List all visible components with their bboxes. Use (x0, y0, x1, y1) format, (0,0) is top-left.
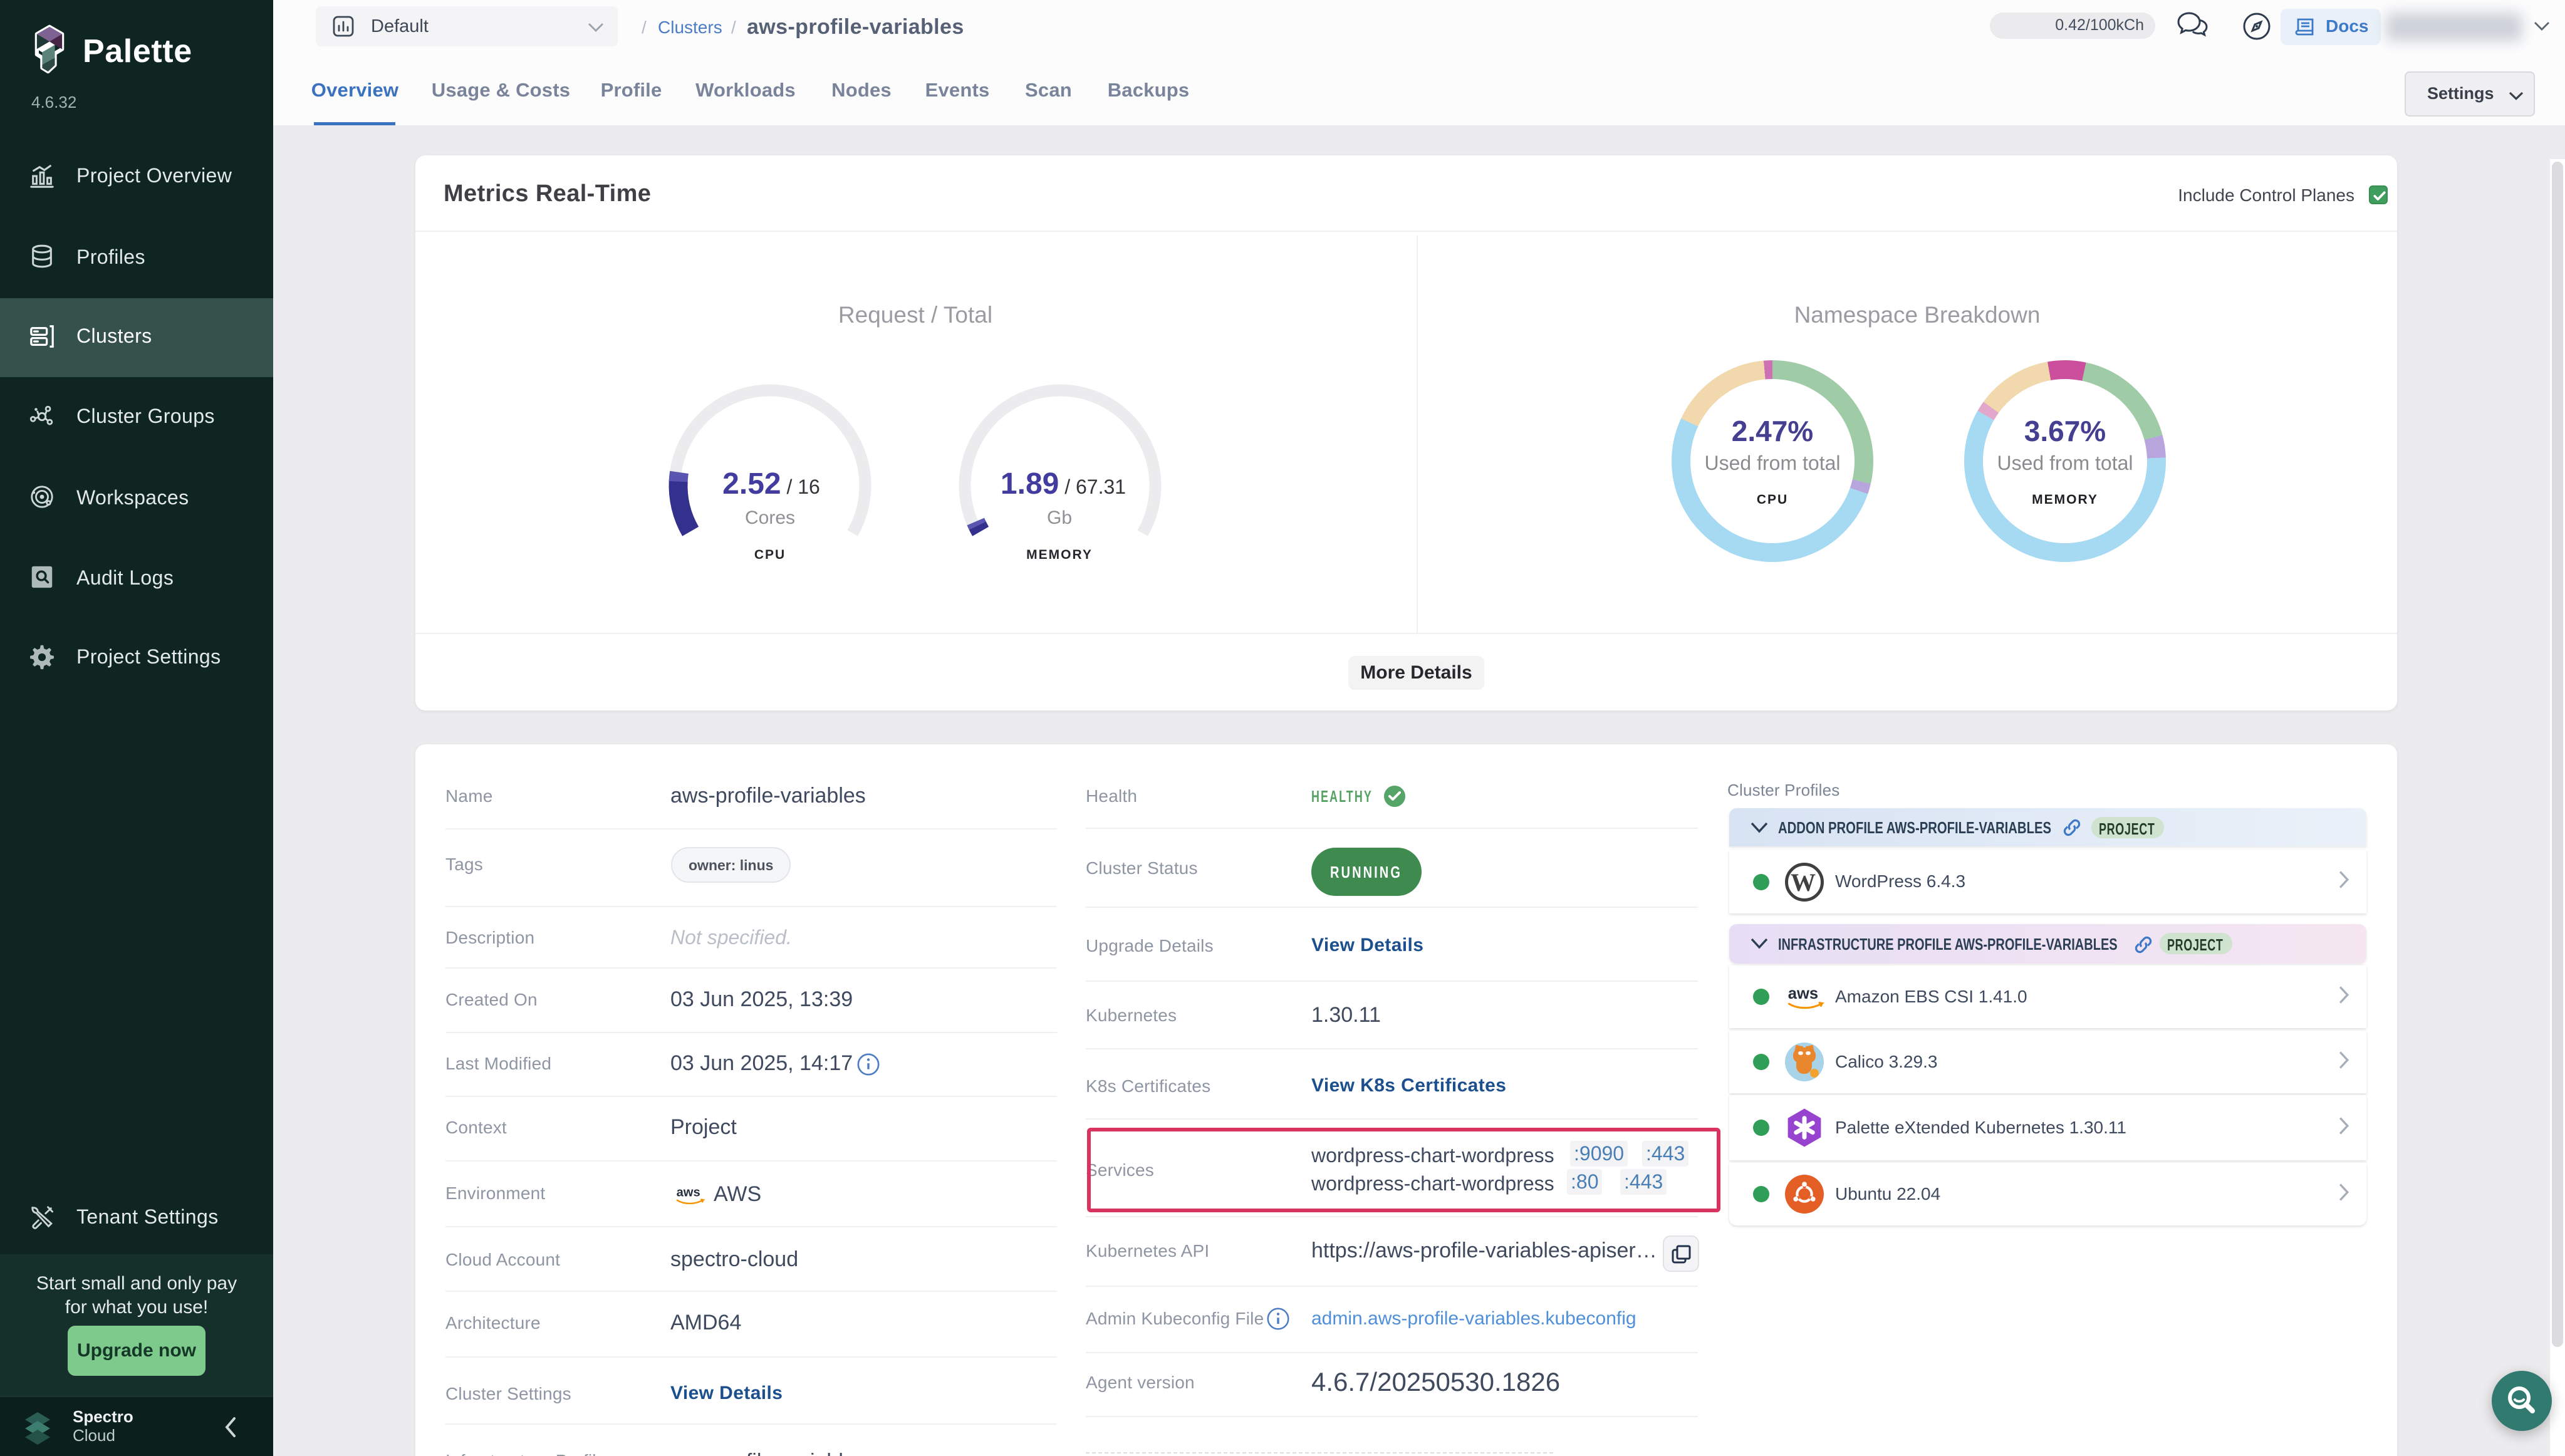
svg-text:aws: aws (677, 1186, 700, 1200)
svg-text:aws: aws (1788, 985, 1818, 1002)
